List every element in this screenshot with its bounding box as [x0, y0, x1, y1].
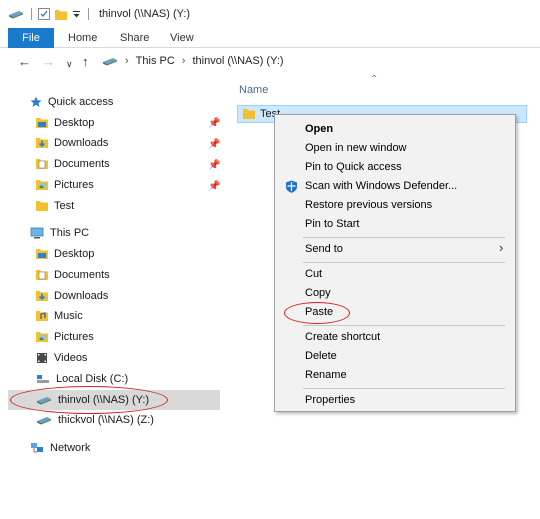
annotation-ellipse-paste: [284, 302, 350, 324]
drive-icon: [8, 9, 24, 19]
downloads-folder-icon: [36, 290, 48, 302]
menu-separator: [303, 388, 505, 389]
ribbon: File Home Share View: [0, 28, 540, 48]
pin-icon[interactable]: 📌: [208, 181, 220, 192]
title-separator: [88, 8, 89, 20]
menu-item-pin-quick-access[interactable]: Pin to Quick access: [305, 161, 402, 173]
sidebar-item-pictures[interactable]: Pictures: [36, 176, 94, 194]
folder-icon: [36, 200, 48, 212]
sidebar-item-pc-pictures[interactable]: Pictures: [36, 328, 94, 346]
sidebar-item-documents[interactable]: Documents: [36, 155, 110, 173]
sidebar-item-network[interactable]: Network: [30, 439, 90, 457]
sidebar-item-label: Network: [50, 442, 91, 454]
title-bar: thinvol (\\NAS) (Y:): [0, 0, 540, 28]
sidebar-item-label: Test: [54, 200, 75, 212]
star-icon: [30, 96, 42, 108]
sidebar-item-label: Local Disk (C:): [56, 373, 129, 385]
pin-icon[interactable]: 📌: [208, 139, 220, 150]
folder-icon: [243, 108, 255, 120]
tab-share[interactable]: Share: [120, 28, 149, 48]
sidebar-item-label: This PC: [50, 227, 90, 239]
up-arrow-icon[interactable]: ↑: [82, 54, 89, 70]
sidebar-item-label: Pictures: [54, 331, 94, 343]
back-arrow-icon[interactable]: ←: [18, 54, 31, 70]
sidebar-item-label: Desktop: [54, 117, 95, 129]
annotation-ellipse-thinvol: [10, 386, 168, 414]
sidebar-item-pc-documents[interactable]: Documents: [36, 266, 110, 284]
pictures-folder-icon: [36, 179, 48, 191]
sidebar-item-label: Music: [54, 310, 83, 322]
sidebar-item-label: thickvol (\\NAS) (Z:): [58, 414, 154, 426]
sidebar-item-downloads[interactable]: Downloads: [36, 134, 108, 152]
drive-icon: [102, 56, 118, 66]
menu-item-properties[interactable]: Properties: [305, 394, 355, 406]
menu-item-open-new-window[interactable]: Open in new window: [305, 142, 407, 154]
computer-icon: [30, 227, 44, 239]
menu-item-open[interactable]: Open: [305, 123, 333, 135]
menu-separator: [303, 325, 505, 326]
pin-icon[interactable]: 📌: [208, 160, 220, 171]
desktop-folder-icon: [36, 117, 48, 129]
menu-item-delete[interactable]: Delete: [305, 350, 337, 362]
hard-drive-icon: [36, 373, 50, 385]
menu-item-copy[interactable]: Copy: [305, 287, 331, 299]
customize-toolbar-icon[interactable]: [72, 10, 81, 19]
tab-home[interactable]: Home: [68, 28, 97, 48]
menu-item-cut[interactable]: Cut: [305, 268, 322, 280]
column-header-name[interactable]: Name: [239, 84, 268, 96]
toolbar-separator: [31, 8, 32, 20]
menu-item-restore-versions[interactable]: Restore previous versions: [305, 199, 432, 211]
sidebar-item-test[interactable]: Test: [36, 197, 74, 215]
breadcrumb-chevron-icon: ›: [181, 55, 186, 67]
tab-view[interactable]: View: [170, 28, 194, 48]
sidebar-item-desktop[interactable]: Desktop: [36, 114, 94, 132]
sort-caret-icon: ⌃: [370, 74, 379, 85]
sidebar-item-label: Downloads: [54, 290, 109, 302]
breadcrumb-chevron-icon: ›: [125, 55, 129, 67]
sidebar-item-this-pc[interactable]: This PC: [30, 224, 89, 242]
sidebar-item-pc-desktop[interactable]: Desktop: [36, 245, 94, 263]
menu-item-scan-defender[interactable]: Scan with Windows Defender...: [305, 180, 457, 192]
sidebar-item-label: Downloads: [54, 137, 109, 149]
context-menu: Open Open in new window Pin to Quick acc…: [274, 114, 516, 412]
sidebar-item-pc-videos[interactable]: Videos: [36, 349, 87, 367]
forward-arrow-icon[interactable]: →: [42, 54, 55, 70]
window-title: thinvol (\\NAS) (Y:): [99, 8, 191, 20]
menu-item-pin-start[interactable]: Pin to Start: [305, 218, 359, 230]
menu-item-create-shortcut[interactable]: Create shortcut: [305, 331, 380, 343]
sidebar-item-label: Documents: [54, 158, 110, 170]
breadcrumb: › This PC › thinvol (\\NAS) (Y:): [102, 55, 284, 67]
sidebar-item-label: Quick access: [48, 96, 114, 108]
new-folder-icon[interactable]: [55, 9, 67, 20]
submenu-chevron-icon: ›: [499, 240, 504, 255]
sidebar-item-pc-downloads[interactable]: Downloads: [36, 287, 108, 305]
desktop-folder-icon: [36, 248, 48, 260]
pictures-folder-icon: [36, 331, 48, 343]
network-icon: [30, 442, 44, 454]
documents-folder-icon: [36, 269, 48, 281]
windows-defender-icon: [285, 180, 298, 193]
menu-item-rename[interactable]: Rename: [305, 369, 347, 381]
tab-file[interactable]: File: [8, 28, 54, 48]
network-drive-icon: [36, 415, 52, 425]
sidebar-item-label: Pictures: [54, 179, 94, 191]
videos-folder-icon: [36, 352, 48, 364]
sidebar-item-quick-access[interactable]: Quick access: [30, 93, 113, 111]
breadcrumb-this-pc[interactable]: This PC: [136, 55, 175, 67]
menu-separator: [303, 237, 505, 238]
sidebar-item-label: Desktop: [54, 248, 95, 260]
documents-folder-icon: [36, 158, 48, 170]
sidebar-item-label: Videos: [54, 352, 88, 364]
downloads-folder-icon: [36, 137, 48, 149]
menu-separator: [303, 262, 505, 263]
sidebar-item-label: Documents: [54, 269, 110, 281]
menu-item-send-to[interactable]: Send to: [305, 243, 343, 255]
sidebar-item-pc-music[interactable]: Music: [36, 307, 83, 325]
breadcrumb-thinvol[interactable]: thinvol (\\NAS) (Y:): [192, 55, 283, 67]
recent-locations-chevron-icon[interactable]: ∨: [66, 56, 73, 72]
music-folder-icon: [36, 310, 48, 322]
navigation-bar: ← → ∨ ↑ › This PC › thinvol (\\NAS) (Y:): [0, 50, 540, 74]
pin-icon[interactable]: 📌: [208, 118, 220, 129]
properties-icon[interactable]: [38, 8, 50, 20]
